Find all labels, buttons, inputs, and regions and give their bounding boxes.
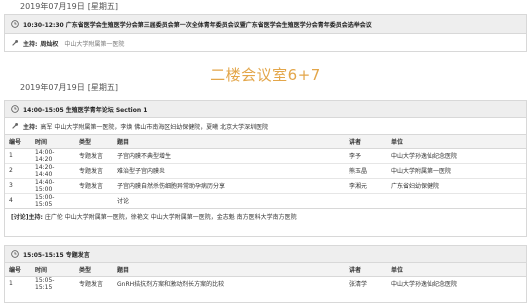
column-header: 单位: [387, 135, 526, 149]
table-row: 3 14:40-15:00 专题发言 子宫内膜自然杀伤细胞异常助孕病历分享 李湘…: [5, 178, 526, 194]
host-org: 中山大学附属第一医院: [64, 40, 125, 48]
table-row: 1 15:05-15:15 专题发言 GnRH拮抗剂方案和激动剂长方案的比较 张…: [5, 276, 526, 291]
column-header: 题目: [113, 135, 345, 149]
column-header: 类型: [75, 135, 113, 149]
cell-no: 2: [5, 163, 31, 179]
cell-no: 4: [9, 197, 13, 205]
session-host-row: 主持: 周灿权 中山大学附属第一医院: [5, 34, 526, 52]
cell-type: [75, 193, 113, 208]
cell-time: 15:05-15:15: [35, 276, 55, 291]
clock-icon: [11, 105, 19, 113]
clock-icon: [11, 250, 19, 258]
schedule-table: 编号 时间 类型 题目 讲者 单位 1 15:05-15:15 专题发言 GnR…: [5, 263, 526, 291]
discussion-hosts: 庄广伦 中山大学附属第一医院，徐艳文 中山大学附属第一医院，金志魁 南方医科大学…: [44, 214, 297, 221]
weekday-text: [星期五]: [87, 2, 118, 11]
cell-time: 14:40-15:00: [31, 178, 75, 194]
cell-no: 3: [5, 178, 31, 194]
discussion-label: [讨论]主持:: [11, 214, 43, 221]
host-name: 周灿权: [40, 40, 59, 48]
discussion-host-row: [讨论]主持: 庄广伦 中山大学附属第一医院，徐艳文 中山大学附属第一医院，金志…: [5, 208, 526, 224]
session-title: 10:30-12:30 广东省医学会生殖医学分会第三届委员会第一次全体青年委员会…: [23, 21, 372, 29]
date-text: 2019年07月19日: [20, 83, 85, 92]
weekday-text: [星期五]: [87, 83, 118, 92]
table-row: 4 15:00-15:05 讨论: [5, 193, 526, 208]
cell-org: [387, 193, 526, 208]
cell-time: 15:00-15:05: [35, 193, 55, 208]
table-header-row: 编号 时间 类型 题目 讲者 单位: [5, 263, 526, 277]
cell-no: 1: [9, 280, 13, 288]
cell-type: 专题发言: [75, 163, 113, 179]
cell-topic: 子宫内膜自然杀伤细胞异常助孕病历分享: [113, 178, 345, 194]
column-header: 时间: [31, 135, 75, 149]
date-heading-1: 2019年07月19日 [星期五]: [20, 1, 118, 12]
host-label: 主持:: [23, 123, 38, 131]
cell-time: 14:20-14:40: [31, 163, 75, 179]
table-row: 2 14:20-14:40 专题发言 难治型子宫内膜炎 熊玉晶 中山大学附属第一…: [5, 163, 526, 179]
session-host-row: 主持: 高军 中山大学附属第一医院，李焕 佛山市南海区妇幼保健院，夏曦 北京大学…: [5, 118, 526, 135]
column-header: 编号: [5, 135, 31, 149]
column-header: 讲者: [345, 263, 387, 277]
cell-org: 广东省妇幼保健院: [387, 178, 526, 194]
cell-topic: GnRH拮抗剂方案和激动剂长方案的比较: [117, 281, 225, 289]
column-header: 单位: [387, 263, 526, 277]
date-heading-2: 2019年07月19日 [星期五]: [20, 82, 118, 93]
session-header: 10:30-12:30 广东省医学会生殖医学分会第三届委员会第一次全体青年委员会…: [5, 15, 526, 34]
cell-topic: 讨论: [117, 198, 130, 206]
cell-speaker: 熊玉晶: [345, 163, 387, 179]
column-header: 编号: [5, 263, 31, 277]
session-title: 14:00-15:05 生殖医学青年论坛 Section 1: [23, 106, 148, 114]
cell-time: 14:00-14:20: [31, 148, 75, 164]
cell-speaker: [345, 193, 387, 208]
clock-icon: [11, 20, 19, 28]
cell-org: 中山大学孙逸仙纪念医院: [387, 148, 526, 164]
column-header: 讲者: [345, 135, 387, 149]
schedule-table: 编号 时间 类型 题目 讲者 单位 1 14:00-14:20 专题发言 子宫内…: [5, 135, 526, 208]
session-header: 14:00-15:05 生殖医学青年论坛 Section 1: [5, 101, 526, 118]
cell-topic: 难治型子宫内膜炎: [113, 163, 345, 179]
host-icon: [11, 39, 19, 47]
session-header: 15:05-15:15 专题发言: [5, 246, 526, 263]
cell-speaker: 李湘元: [345, 178, 387, 194]
session-panel-section2: 15:05-15:15 专题发言 编号 时间 类型 题目 讲者 单位 1 15:…: [4, 245, 527, 303]
cell-speaker: 张清学: [349, 281, 368, 289]
column-header: 类型: [75, 263, 113, 277]
host-icon: [11, 122, 19, 130]
host-names: 高军 中山大学附属第一医院，李焕 佛山市南海区妇幼保健院，夏曦 北京大学深圳医院: [40, 123, 269, 131]
cell-speaker: 李予: [345, 148, 387, 164]
session-title: 15:05-15:15 专题发言: [23, 251, 90, 259]
session-panel-plenary: 10:30-12:30 广东省医学会生殖医学分会第三届委员会第一次全体青年委员会…: [4, 14, 527, 52]
session-panel-section1: 14:00-15:05 生殖医学青年论坛 Section 1 主持: 高军 中山…: [4, 100, 527, 237]
cell-org: 中山大学孙逸仙纪念医院: [391, 281, 458, 289]
cell-no: 1: [5, 148, 31, 164]
host-label: 主持:: [23, 40, 38, 48]
cell-type: 专题发言: [75, 148, 113, 164]
cell-org: 中山大学附属第一医院: [387, 163, 526, 179]
cell-type: 专题发言: [79, 281, 104, 289]
cell-topic: 子宫内膜不典型增生: [113, 148, 345, 164]
column-header: 题目: [113, 263, 345, 277]
table-header-row: 编号 时间 类型 题目 讲者 单位: [5, 135, 526, 149]
date-text: 2019年07月19日: [20, 2, 85, 11]
table-row: 1 14:00-14:20 专题发言 子宫内膜不典型增生 李予 中山大学孙逸仙纪…: [5, 148, 526, 164]
cell-type: 专题发言: [75, 178, 113, 194]
column-header: 时间: [31, 263, 75, 277]
